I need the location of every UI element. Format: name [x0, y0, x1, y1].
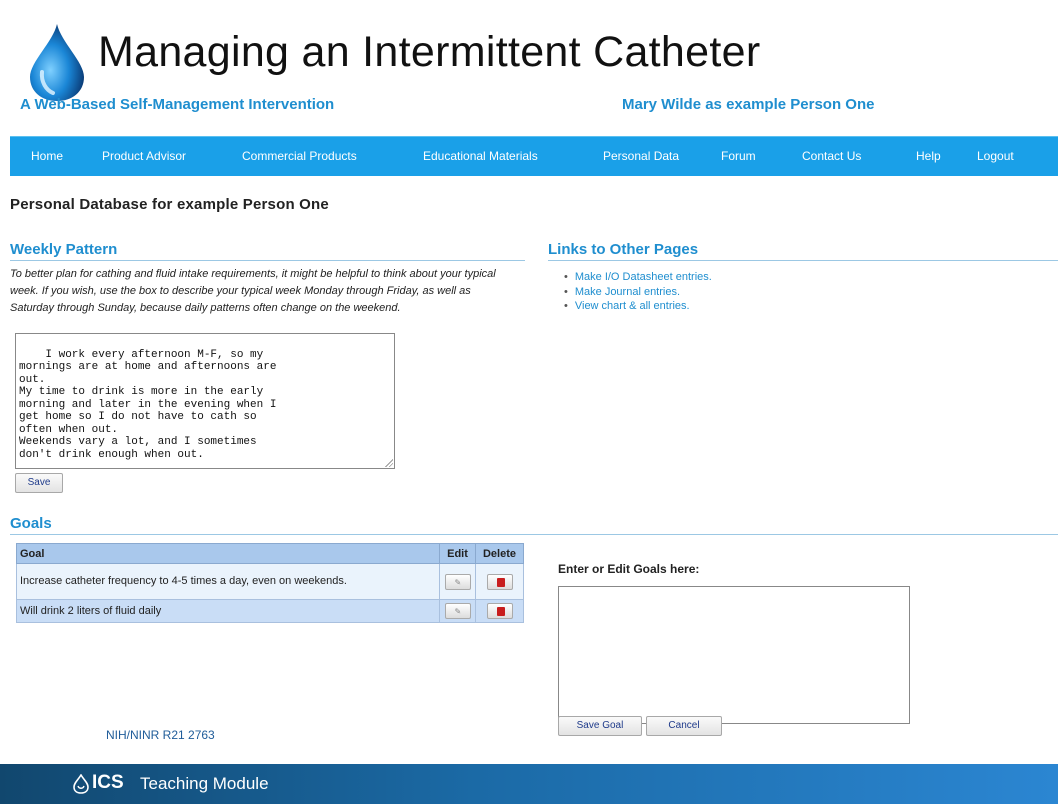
delete-column-header: Delete [475, 543, 524, 564]
app-page: Managing an Intermittent Catheter A Web-… [10, 10, 1058, 752]
delete-goal-button[interactable] [486, 603, 513, 619]
goals-heading: Goals [10, 515, 52, 532]
goals-table: Goal Edit Delete Increase catheter frequ… [16, 543, 524, 623]
pencil-icon: ✎ [454, 577, 462, 587]
footer-module-label: Teaching Module [140, 774, 269, 793]
save-goal-button[interactable]: Save Goal [558, 716, 642, 736]
table-row: Will drink 2 liters of fluid daily ✎ [16, 599, 524, 623]
weekly-pattern-instructions: To better plan for cathing and fluid int… [10, 268, 496, 314]
goals-table-header: Goal Edit Delete [16, 543, 524, 564]
weekly-pattern-divider [10, 260, 525, 261]
nav-forum[interactable]: Forum [721, 149, 756, 163]
nav-home[interactable]: Home [31, 149, 63, 163]
nav-commercial-products[interactable]: Commercial Products [242, 149, 357, 163]
nav-educational-materials[interactable]: Educational Materials [423, 149, 538, 163]
current-user-label: Mary Wilde as example Person One [622, 96, 875, 113]
ics-logo-icon [73, 774, 89, 794]
weekly-pattern-textarea[interactable]: I work every afternoon M-F, so my mornin… [15, 333, 395, 469]
nav-personal-data[interactable]: Personal Data [603, 149, 679, 163]
weekly-pattern-text: I work every afternoon M-F, so my mornin… [19, 348, 277, 461]
goal-text: Will drink 2 liters of fluid daily [20, 604, 162, 617]
nav-product-advisor[interactable]: Product Advisor [102, 149, 186, 163]
water-drop-icon [30, 24, 84, 101]
cancel-button[interactable]: Cancel [646, 716, 722, 736]
main-nav: Home Product Advisor Commercial Products… [10, 136, 1058, 176]
edit-goal-button[interactable]: ✎ [444, 573, 471, 590]
links-heading: Links to Other Pages [548, 241, 699, 258]
footer-brand: ICS [92, 772, 124, 793]
goals-divider [10, 534, 1058, 535]
weekly-pattern-heading: Weekly Pattern [10, 241, 118, 258]
goal-column-header: Goal [16, 543, 440, 564]
link-view-chart[interactable]: View chart & all entries. [560, 299, 712, 314]
goals-entry-label: Enter or Edit Goals here: [558, 562, 700, 576]
site-title: Managing an Intermittent Catheter [98, 28, 761, 76]
trash-icon [496, 607, 505, 616]
goals-entry-textarea[interactable] [558, 586, 910, 724]
links-list: Make I/O Datasheet entries. Make Journal… [560, 270, 712, 314]
links-divider [548, 260, 1058, 261]
pencil-icon: ✎ [454, 607, 462, 616]
goal-text: Increase catheter frequency to 4-5 times… [20, 575, 347, 587]
edit-column-header: Edit [439, 543, 476, 564]
grant-number: NIH/NINR R21 2763 [106, 728, 215, 742]
link-journal[interactable]: Make Journal entries. [560, 285, 712, 300]
table-row: Increase catheter frequency to 4-5 times… [16, 563, 524, 600]
nav-help[interactable]: Help [916, 149, 941, 163]
page-title: Personal Database for example Person One [10, 196, 329, 213]
nav-contact-us[interactable]: Contact Us [802, 149, 861, 163]
site-subtitle: A Web-Based Self-Management Intervention [20, 96, 335, 113]
edit-goal-button[interactable]: ✎ [444, 603, 471, 619]
resize-grip-icon[interactable] [385, 459, 393, 467]
link-io-datasheet[interactable]: Make I/O Datasheet entries. [560, 270, 712, 285]
nav-logout[interactable]: Logout [977, 149, 1014, 163]
footer-banner: ICS Teaching Module [0, 764, 1058, 804]
delete-goal-button[interactable] [486, 573, 513, 590]
trash-icon [496, 577, 505, 587]
save-pattern-button[interactable]: Save [15, 473, 63, 493]
